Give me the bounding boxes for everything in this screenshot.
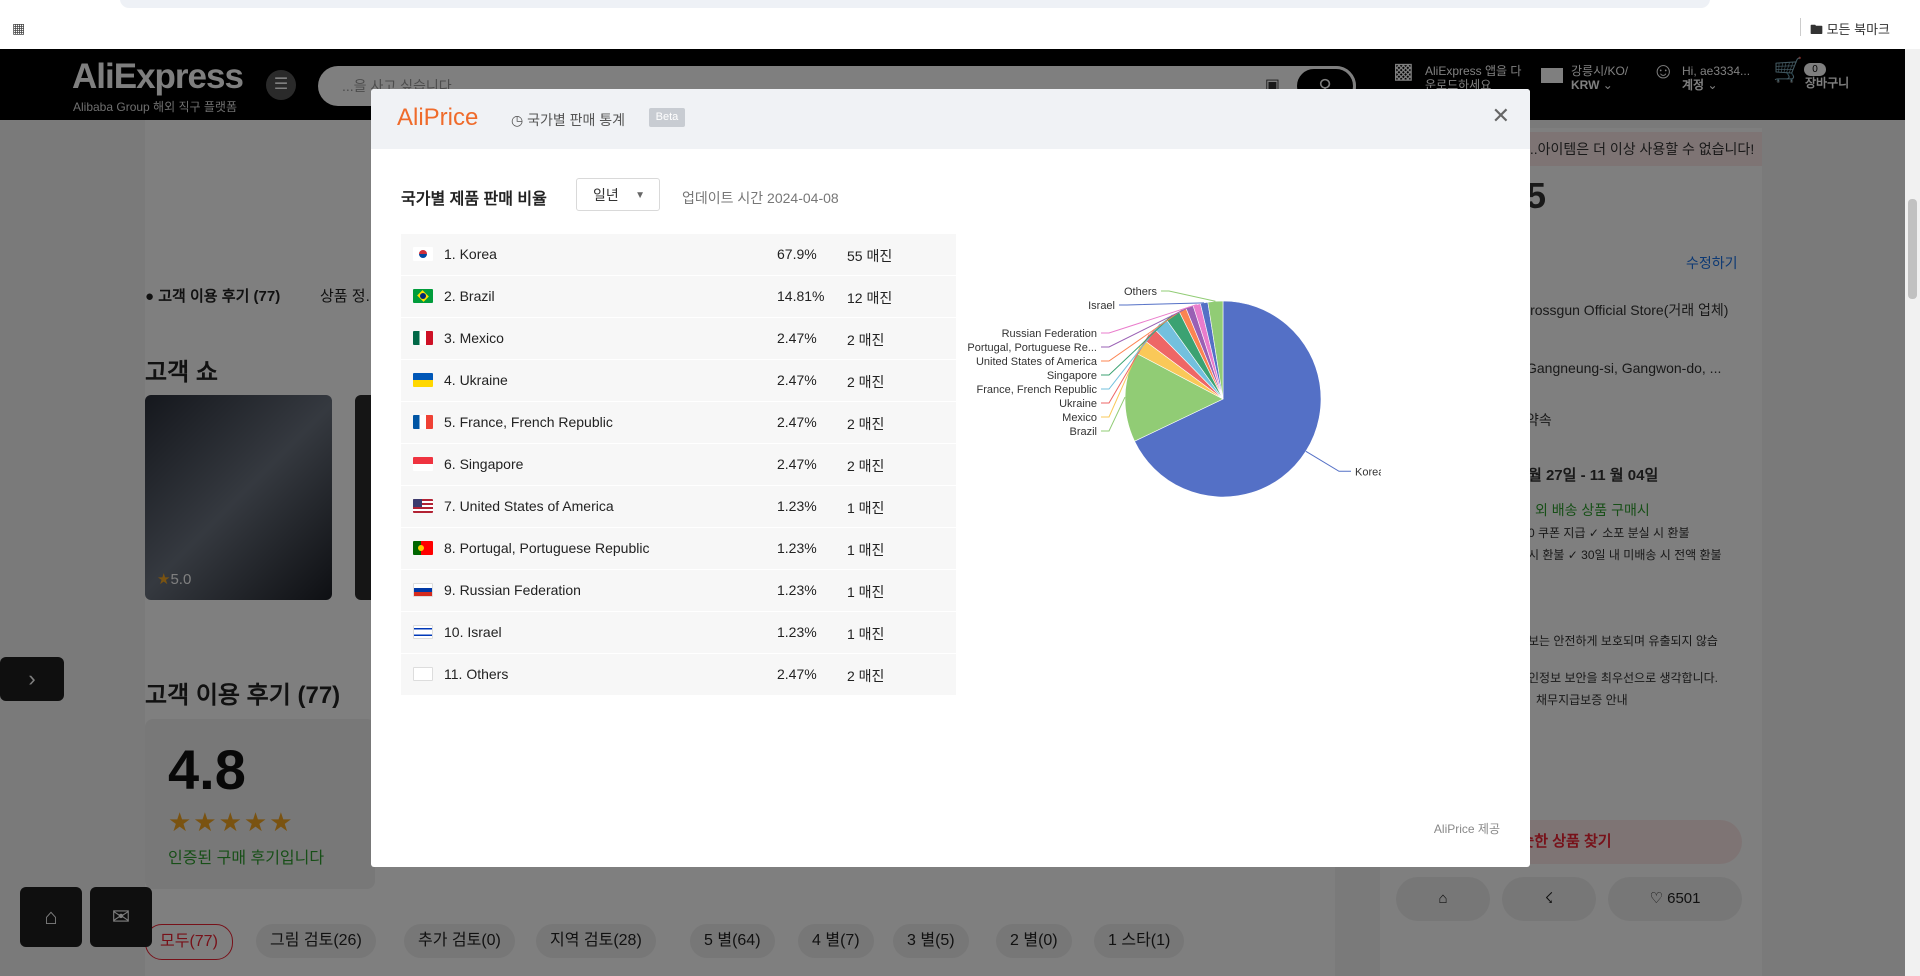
country-flag-icon: [413, 247, 433, 261]
sales-percent: 1.23%: [777, 582, 817, 598]
country-flag-icon: [413, 331, 433, 345]
table-row: 6. Singapore 2.47% 2 매진: [401, 444, 956, 486]
country-sales-modal: AliPrice ◷ 국가별 판매 통계 Beta ✕ 국가별 제품 판매 비율…: [371, 89, 1530, 867]
country-name: 4. Ukraine: [444, 372, 508, 388]
pie-leader-line: [1305, 450, 1351, 472]
sales-count: 1 매진: [847, 626, 885, 642]
sales-percent: 1.23%: [777, 498, 817, 514]
aliprice-logo: AliPrice: [397, 104, 479, 131]
folder-icon: 🖿: [1809, 22, 1823, 37]
pie-leader-line: [1119, 302, 1205, 306]
all-bookmarks-label: 모든 북마크: [1826, 22, 1890, 37]
section-title: 국가별 제품 판매 비율: [401, 191, 547, 208]
sales-percent: 67.9%: [777, 246, 817, 262]
apps-grid-icon[interactable]: ▦: [12, 21, 26, 35]
country-flag-icon: [413, 373, 433, 387]
table-row: 4. Ukraine 2.47% 2 매진: [401, 360, 956, 402]
pie-label: Korea: [1355, 466, 1381, 478]
pie-label: Ukraine: [1059, 398, 1097, 410]
sales-count: 2 매진: [847, 458, 885, 474]
sales-count: 1 매진: [847, 542, 885, 558]
sales-count: 12 매진: [847, 290, 893, 306]
sales-count: 2 매진: [847, 332, 885, 348]
country-flag-icon: [413, 583, 433, 597]
beta-badge: Beta: [649, 108, 685, 127]
country-flag-icon: [413, 289, 433, 303]
country-name: 6. Singapore: [444, 456, 524, 472]
country-name: 8. Portugal, Portuguese Republic: [444, 540, 650, 556]
pie-label: Israel: [1088, 300, 1115, 312]
sales-percent: 14.81%: [777, 288, 825, 304]
country-pie-chart: Korea Brazil Mexico Ukraine France, French R…: [967, 286, 1381, 498]
pie-label: Portugal, Portuguese Re...: [967, 342, 1097, 354]
caret-down-icon: ▼: [635, 190, 645, 201]
sales-percent: 1.23%: [777, 540, 817, 556]
sales-count: 2 매진: [847, 416, 885, 432]
page-scrollbar[interactable]: [1905, 49, 1920, 976]
country-flag-icon: [413, 499, 433, 513]
pie-label: United States of America: [976, 356, 1098, 368]
pie-label: Singapore: [1047, 370, 1097, 382]
country-stats-tab[interactable]: ◷ 국가별 판매 통계: [511, 110, 625, 130]
sales-percent: 2.47%: [777, 456, 817, 472]
sales-count: 2 매진: [847, 668, 885, 684]
table-row: 10. Israel 1.23% 1 매진: [401, 612, 956, 654]
country-name: 5. France, French Republic: [444, 414, 613, 430]
pie-label: Mexico: [1062, 412, 1097, 424]
country-name: 10. Israel: [444, 624, 502, 640]
country-flag-icon: [413, 667, 433, 681]
table-row: 9. Russian Federation 1.23% 1 매진: [401, 570, 956, 612]
table-row: 11. Others 2.47% 2 매진: [401, 654, 956, 696]
updated-time: 업데이트 시간 2024-04-08: [682, 190, 839, 206]
bookmarks-divider: [1800, 18, 1801, 36]
table-row: 1. Korea 67.9% 55 매진: [401, 234, 956, 276]
sales-count: 55 매진: [847, 248, 893, 264]
country-name: 3. Mexico: [444, 330, 504, 346]
pie-label: Others: [1124, 286, 1158, 298]
close-icon[interactable]: ✕: [1492, 105, 1510, 127]
table-row: 5. France, French Republic 2.47% 2 매진: [401, 402, 956, 444]
clock-icon: ◷: [511, 112, 524, 128]
modal-header: AliPrice ◷ 국가별 판매 통계 Beta ✕: [371, 89, 1530, 149]
sales-percent: 2.47%: [777, 666, 817, 682]
pie-label: France, French Republic: [977, 384, 1098, 396]
country-name: 1. Korea: [444, 246, 497, 262]
aliprice-credit: AliPrice 제공: [1433, 822, 1500, 836]
pie-leader-line: [1161, 290, 1216, 302]
country-flag-icon: [413, 541, 433, 555]
country-name: 7. United States of America: [444, 498, 614, 514]
sales-count: 1 매진: [847, 584, 885, 600]
country-name: 9. Russian Federation: [444, 582, 581, 598]
sales-percent: 2.47%: [777, 414, 817, 430]
country-table: 1. Korea 67.9% 55 매진 2. Brazil 14.81% 12 매진 3.…: [401, 234, 956, 696]
country-name: 2. Brazil: [444, 288, 495, 304]
country-flag-icon: [413, 457, 433, 471]
country-flag-icon: [413, 415, 433, 429]
all-bookmarks-button[interactable]: 🖿 모든 북마크: [1810, 19, 1890, 43]
address-bar[interactable]: [120, 0, 1710, 8]
table-row: 8. Portugal, Portuguese Republic 1.23% 1 매…: [401, 528, 956, 570]
period-select[interactable]: 일년 ▼: [576, 178, 660, 211]
sales-percent: 2.47%: [777, 372, 817, 388]
period-value: 일년: [593, 187, 619, 203]
country-flag-icon: [413, 625, 433, 639]
pie-leader-line: [1101, 396, 1126, 432]
sales-percent: 1.23%: [777, 624, 817, 640]
sales-count: 2 매진: [847, 374, 885, 390]
pie-label: Brazil: [1069, 426, 1097, 438]
table-row: 3. Mexico 2.47% 2 매진: [401, 318, 956, 360]
country-name: 11. Others: [444, 666, 509, 682]
table-row: 7. United States of America 1.23% 1 매진: [401, 486, 956, 528]
sales-percent: 2.47%: [777, 330, 817, 346]
scrollbar-thumb[interactable]: [1908, 199, 1917, 299]
table-row: 2. Brazil 14.81% 12 매진: [401, 276, 956, 318]
country-stats-label: 국가별 판매 통계: [527, 112, 626, 128]
browser-chrome: ▦ 🖿 모든 북마크: [0, 0, 1920, 49]
sales-count: 1 매진: [847, 500, 885, 516]
pie-label: Russian Federation: [1002, 328, 1097, 340]
